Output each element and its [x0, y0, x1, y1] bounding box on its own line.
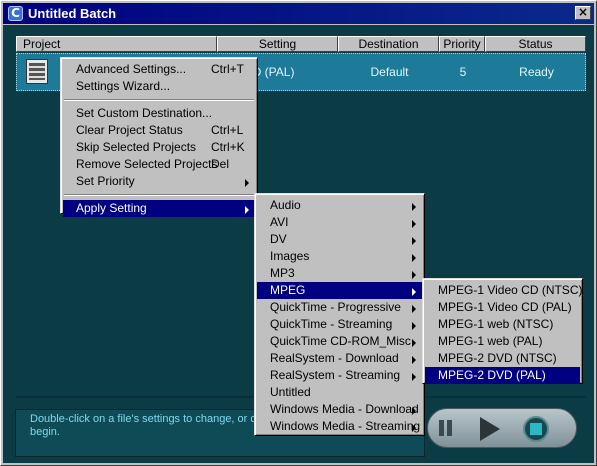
- submenu-arrow-icon: [412, 373, 416, 381]
- menu-item-label: Skip Selected Projects: [76, 140, 197, 154]
- menu-item-windows-media-streaming[interactable]: Windows Media - Streaming: [257, 418, 422, 435]
- menu-item-label: Windows Media - Download: [270, 402, 419, 416]
- pause-icon[interactable]: [436, 419, 456, 437]
- submenu-arrow-icon: [245, 206, 249, 214]
- menu-item-label: RealSystem - Streaming: [270, 368, 401, 382]
- submenu-arrow-icon: [245, 179, 249, 187]
- menu-item-label: Images: [270, 249, 310, 263]
- submenu-arrow-icon: [412, 288, 416, 296]
- submenu-arrow-icon: [412, 254, 416, 262]
- menu-item-label: MPEG-1 web (PAL): [438, 334, 543, 348]
- submenu-arrow-icon: [412, 356, 416, 364]
- submenu-arrow-icon: [412, 203, 416, 211]
- menu-item-label: RealSystem - Download: [270, 351, 399, 365]
- menu-item-shortcut: Ctrl+T: [211, 62, 244, 76]
- menu-item-label: QuickTime - Progressive: [270, 300, 401, 314]
- column-header-status[interactable]: Status: [485, 36, 586, 52]
- menu-item-shortcut: Del: [211, 157, 230, 171]
- menu-item-label: Set Priority: [76, 174, 135, 188]
- menu-item-label: MPEG-1 web (NTSC): [438, 317, 554, 331]
- menu-item-label: Clear Project Status: [76, 123, 183, 137]
- menu-item-label: QuickTime CD-ROM_Misc: [270, 334, 411, 348]
- row-destination[interactable]: Default: [339, 54, 440, 90]
- menu-item-mpeg-2-dvd-ntsc[interactable]: MPEG-2 DVD (NTSC): [425, 350, 580, 367]
- menu-item-label: Remove Selected Projects: [76, 157, 218, 171]
- row-priority[interactable]: 5: [440, 54, 486, 90]
- film-file-icon: [26, 59, 48, 84]
- menu-item-remove-selected-projects[interactable]: Remove Selected Projects Del: [63, 156, 255, 173]
- menu-separator: [64, 99, 254, 101]
- app-logo-icon: C: [8, 6, 23, 21]
- mpeg-submenu: MPEG-1 Video CD (NTSC) MPEG-1 Video CD (P…: [422, 278, 583, 384]
- window-title: Untitled Batch: [28, 6, 117, 21]
- menu-item-quicktime-progressive[interactable]: QuickTime - Progressive: [257, 299, 422, 316]
- column-header-row: Project Setting Destination Priority Sta…: [16, 36, 586, 52]
- menu-item-label: Advanced Settings...: [76, 62, 187, 76]
- menu-item-label: Audio: [270, 198, 301, 212]
- menu-item-mp3[interactable]: MP3: [257, 265, 422, 282]
- menu-item-label: Windows Media - Streaming: [270, 419, 421, 433]
- submenu-arrow-icon: [412, 339, 416, 347]
- menu-item-apply-setting[interactable]: Apply Setting: [63, 200, 255, 217]
- menu-item-mpeg-2-dvd-pal[interactable]: MPEG-2 DVD (PAL): [425, 367, 580, 384]
- menu-item-mpeg-1-video-cd-pal[interactable]: MPEG-1 Video CD (PAL): [425, 299, 580, 316]
- menu-item-untitled[interactable]: Untitled: [257, 384, 422, 401]
- menu-item-set-priority[interactable]: Set Priority: [63, 173, 255, 190]
- column-header-priority[interactable]: Priority: [439, 36, 485, 52]
- menu-item-clear-project-status[interactable]: Clear Project Status Ctrl+L: [63, 122, 255, 139]
- menu-item-settings-wizard[interactable]: Settings Wizard...: [63, 78, 255, 95]
- menu-item-label: MPEG-1 Video CD (PAL): [438, 300, 572, 314]
- menu-item-label: MP3: [270, 266, 295, 280]
- submenu-arrow-icon: [412, 220, 416, 228]
- menu-item-mpeg[interactable]: MPEG: [257, 282, 422, 299]
- submenu-arrow-icon: [412, 322, 416, 330]
- menu-item-label: MPEG-2 DVD (PAL): [438, 368, 546, 382]
- menu-item-set-custom-destination[interactable]: Set Custom Destination...: [63, 105, 255, 122]
- menu-item-audio[interactable]: Audio: [257, 197, 422, 214]
- column-header-setting[interactable]: Setting: [217, 36, 338, 52]
- menu-item-mpeg-1-web-ntsc[interactable]: MPEG-1 web (NTSC): [425, 316, 580, 333]
- column-header-destination[interactable]: Destination: [338, 36, 439, 52]
- transport-controls: [427, 408, 577, 448]
- menu-item-quicktime-streaming[interactable]: QuickTime - Streaming: [257, 316, 422, 333]
- apply-setting-submenu: Audio AVI DV Images MP3 MPEG QuickTime - Progr…: [254, 193, 425, 436]
- menu-item-label: MPEG-1 Video CD (NTSC): [438, 283, 583, 297]
- menu-item-label: Settings Wizard...: [76, 79, 171, 93]
- menu-item-mpeg-1-video-cd-ntsc[interactable]: MPEG-1 Video CD (NTSC): [425, 282, 583, 299]
- menu-item-label: QuickTime - Streaming: [270, 317, 393, 331]
- submenu-arrow-icon: [412, 237, 416, 245]
- menu-item-images[interactable]: Images: [257, 248, 422, 265]
- play-icon[interactable]: [480, 417, 500, 441]
- submenu-arrow-icon: [412, 407, 416, 415]
- menu-item-windows-media-download[interactable]: Windows Media - Download: [257, 401, 422, 418]
- submenu-arrow-icon: [412, 305, 416, 313]
- submenu-arrow-icon: [412, 424, 416, 432]
- context-menu: Advanced Settings... Ctrl+T Settings Wizar…: [60, 57, 258, 217]
- menu-item-realsystem-download[interactable]: RealSystem - Download: [257, 350, 422, 367]
- submenu-arrow-icon: [412, 271, 416, 279]
- menu-item-realsystem-streaming[interactable]: RealSystem - Streaming: [257, 367, 422, 384]
- menu-item-dv[interactable]: DV: [257, 231, 422, 248]
- menu-item-avi[interactable]: AVI: [257, 214, 422, 231]
- menu-item-shortcut: Ctrl+L: [211, 123, 244, 137]
- menu-item-advanced-settings[interactable]: Advanced Settings... Ctrl+T: [63, 61, 255, 78]
- stop-icon[interactable]: [523, 416, 549, 442]
- menu-item-label: Set Custom Destination...: [76, 106, 213, 120]
- menu-item-mpeg-1-web-pal[interactable]: MPEG-1 web (PAL): [425, 333, 580, 350]
- menu-item-label: AVI: [270, 215, 289, 229]
- menu-item-shortcut: Ctrl+K: [211, 140, 245, 154]
- menu-item-label: MPEG: [270, 283, 306, 297]
- menu-item-quicktime-cd-rom-misc[interactable]: QuickTime CD-ROM_Misc: [257, 333, 422, 350]
- menu-item-skip-selected-projects[interactable]: Skip Selected Projects Ctrl+K: [63, 139, 255, 156]
- menu-item-label: DV: [270, 232, 287, 246]
- menu-item-label: Apply Setting: [76, 201, 147, 215]
- title-bar[interactable]: C Untitled Batch ×: [3, 3, 594, 24]
- menu-item-label: Untitled: [270, 385, 311, 399]
- column-header-project[interactable]: Project: [16, 36, 217, 52]
- menu-separator: [64, 194, 254, 196]
- menu-item-label: MPEG-2 DVD (NTSC): [438, 351, 557, 365]
- close-button[interactable]: ×: [575, 6, 591, 20]
- row-status: Ready: [519, 65, 554, 79]
